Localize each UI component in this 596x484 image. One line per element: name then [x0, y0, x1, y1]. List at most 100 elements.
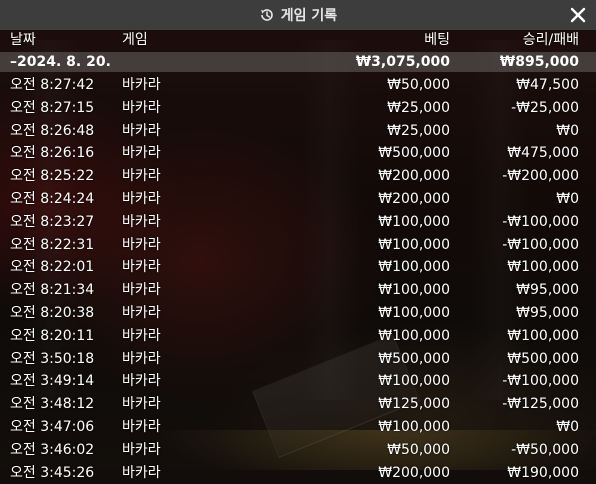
- row-game: 바카라: [122, 122, 161, 139]
- row-bet: ₩100,000: [378, 327, 450, 344]
- table-row[interactable]: 오전 8:23:27 바카라 ₩100,000 -₩100,000: [0, 211, 596, 234]
- table-row[interactable]: 오전 8:27:15 바카라 ₩25,000 -₩25,000: [0, 97, 596, 120]
- row-game: 바카라: [122, 190, 161, 207]
- row-winloss: ₩100,000: [507, 259, 579, 276]
- row-bet: ₩50,000: [387, 77, 450, 93]
- game-history-panel: 게임 기록 날짜 게임 베팅 승리/패배 –2024. 8. 20. ₩3,07…: [0, 0, 596, 481]
- row-time: 오전 8:26:48: [10, 122, 95, 139]
- table-row[interactable]: 오전 8:25:22 바카라 ₩200,000 -₩200,000: [0, 165, 596, 188]
- summary-date: –2024. 8. 20.: [10, 54, 111, 70]
- header-bet: 베팅: [424, 32, 450, 48]
- row-bet: ₩100,000: [378, 282, 450, 299]
- row-bet: ₩100,000: [378, 418, 450, 435]
- row-winloss: ₩0: [556, 190, 579, 207]
- table-row[interactable]: 오전 8:20:38 바카라 ₩100,000 ₩95,000: [0, 302, 596, 325]
- row-game: 바카라: [122, 464, 161, 481]
- row-game: 바카라: [122, 236, 161, 253]
- summary-bet: ₩3,075,000: [355, 54, 450, 70]
- row-winloss: ₩0: [556, 418, 579, 435]
- row-bet: ₩200,000: [378, 168, 450, 185]
- row-winloss: ₩100,000: [507, 327, 579, 344]
- row-time: 오전 8:24:24: [10, 190, 95, 207]
- title-wrap: 게임 기록: [0, 0, 596, 30]
- row-time: 오전 3:47:06: [10, 418, 95, 435]
- row-bet: ₩100,000: [378, 213, 450, 230]
- table-row[interactable]: 오전 3:45:26 바카라 ₩200,000 ₩190,000: [0, 462, 596, 484]
- table-row[interactable]: 오전 8:26:16 바카라 ₩500,000 ₩475,000: [0, 142, 596, 165]
- row-time: 오전 8:21:34: [10, 282, 95, 299]
- row-game: 바카라: [122, 350, 161, 367]
- row-winloss: -₩100,000: [502, 373, 579, 390]
- row-winloss: -₩100,000: [502, 236, 579, 253]
- row-winloss: -₩100,000: [502, 213, 579, 230]
- close-icon[interactable]: [568, 5, 588, 25]
- row-bet: ₩100,000: [378, 259, 450, 276]
- table-row[interactable]: 오전 8:26:48 바카라 ₩25,000 ₩0: [0, 120, 596, 143]
- row-game: 바카라: [122, 441, 161, 458]
- row-time: 오전 8:26:16: [10, 145, 95, 162]
- page-title: 게임 기록: [280, 8, 338, 24]
- row-game: 바카라: [122, 304, 161, 321]
- title-bar: 게임 기록: [0, 0, 596, 30]
- header-winloss: 승리/패배: [522, 32, 579, 48]
- table-header: 날짜 게임 베팅 승리/패배: [0, 30, 596, 50]
- date-summary-row[interactable]: –2024. 8. 20. ₩3,075,000 ₩895,000: [0, 52, 596, 72]
- row-winloss: ₩0: [556, 122, 579, 139]
- row-game: 바카라: [122, 418, 161, 435]
- header-game: 게임: [122, 32, 148, 48]
- table-row[interactable]: 오전 8:27:42 바카라 ₩50,000 ₩47,500: [0, 74, 596, 97]
- row-game: 바카라: [122, 396, 161, 413]
- table-row[interactable]: 오전 3:46:02 바카라 ₩50,000 -₩50,000: [0, 439, 596, 462]
- row-time: 오전 3:49:14: [10, 373, 95, 390]
- close-button[interactable]: [568, 5, 588, 25]
- table-row[interactable]: 오전 3:47:06 바카라 ₩100,000 ₩0: [0, 416, 596, 439]
- table-row[interactable]: 오전 3:50:18 바카라 ₩500,000 ₩500,000: [0, 348, 596, 371]
- row-game: 바카라: [122, 213, 161, 230]
- table-row[interactable]: 오전 8:22:31 바카라 ₩100,000 -₩100,000: [0, 234, 596, 257]
- row-bet: ₩100,000: [378, 304, 450, 321]
- row-time: 오전 3:48:12: [10, 396, 95, 413]
- row-time: 오전 8:27:42: [10, 77, 95, 93]
- row-game: 바카라: [122, 77, 161, 93]
- row-game: 바카라: [122, 145, 161, 162]
- row-bet: ₩50,000: [387, 441, 450, 458]
- row-bet: ₩500,000: [378, 350, 450, 367]
- history-list[interactable]: 오전 8:27:42 바카라 ₩50,000 ₩47,500 오전 8:27:1…: [0, 74, 596, 484]
- row-time: 오전 8:22:01: [10, 259, 95, 276]
- row-bet: ₩25,000: [387, 99, 450, 116]
- row-winloss: -₩25,000: [511, 99, 579, 116]
- row-winloss: ₩500,000: [507, 350, 579, 367]
- row-game: 바카라: [122, 99, 161, 116]
- history-icon: [259, 7, 275, 23]
- row-winloss: -₩50,000: [511, 441, 579, 458]
- row-time: 오전 8:20:38: [10, 304, 95, 321]
- row-time: 오전 8:27:15: [10, 99, 95, 116]
- table-row[interactable]: 오전 8:24:24 바카라 ₩200,000 ₩0: [0, 188, 596, 211]
- table-row[interactable]: 오전 8:20:11 바카라 ₩100,000 ₩100,000: [0, 325, 596, 348]
- table-row[interactable]: 오전 8:21:34 바카라 ₩100,000 ₩95,000: [0, 279, 596, 302]
- row-winloss: -₩200,000: [502, 168, 579, 185]
- row-time: 오전 3:46:02: [10, 441, 95, 458]
- row-winloss: ₩95,000: [516, 282, 579, 299]
- header-date: 날짜: [10, 32, 36, 48]
- row-time: 오전 3:45:26: [10, 464, 95, 481]
- row-bet: ₩100,000: [378, 373, 450, 390]
- row-time: 오전 8:22:31: [10, 236, 95, 253]
- row-time: 오전 3:50:18: [10, 350, 95, 367]
- table-row[interactable]: 오전 3:49:14 바카라 ₩100,000 -₩100,000: [0, 370, 596, 393]
- row-winloss: ₩475,000: [507, 145, 579, 162]
- row-game: 바카라: [122, 327, 161, 344]
- row-winloss: -₩125,000: [502, 396, 579, 413]
- row-winloss: ₩190,000: [507, 464, 579, 481]
- row-bet: ₩100,000: [378, 236, 450, 253]
- summary-winloss: ₩895,000: [499, 54, 579, 70]
- table-row[interactable]: 오전 3:48:12 바카라 ₩125,000 -₩125,000: [0, 393, 596, 416]
- row-bet: ₩500,000: [378, 145, 450, 162]
- row-time: 오전 8:25:22: [10, 168, 95, 185]
- row-game: 바카라: [122, 168, 161, 185]
- row-game: 바카라: [122, 259, 161, 276]
- table-row[interactable]: 오전 8:22:01 바카라 ₩100,000 ₩100,000: [0, 256, 596, 279]
- row-bet: ₩200,000: [378, 190, 450, 207]
- row-time: 오전 8:23:27: [10, 213, 95, 230]
- row-winloss: ₩95,000: [516, 304, 579, 321]
